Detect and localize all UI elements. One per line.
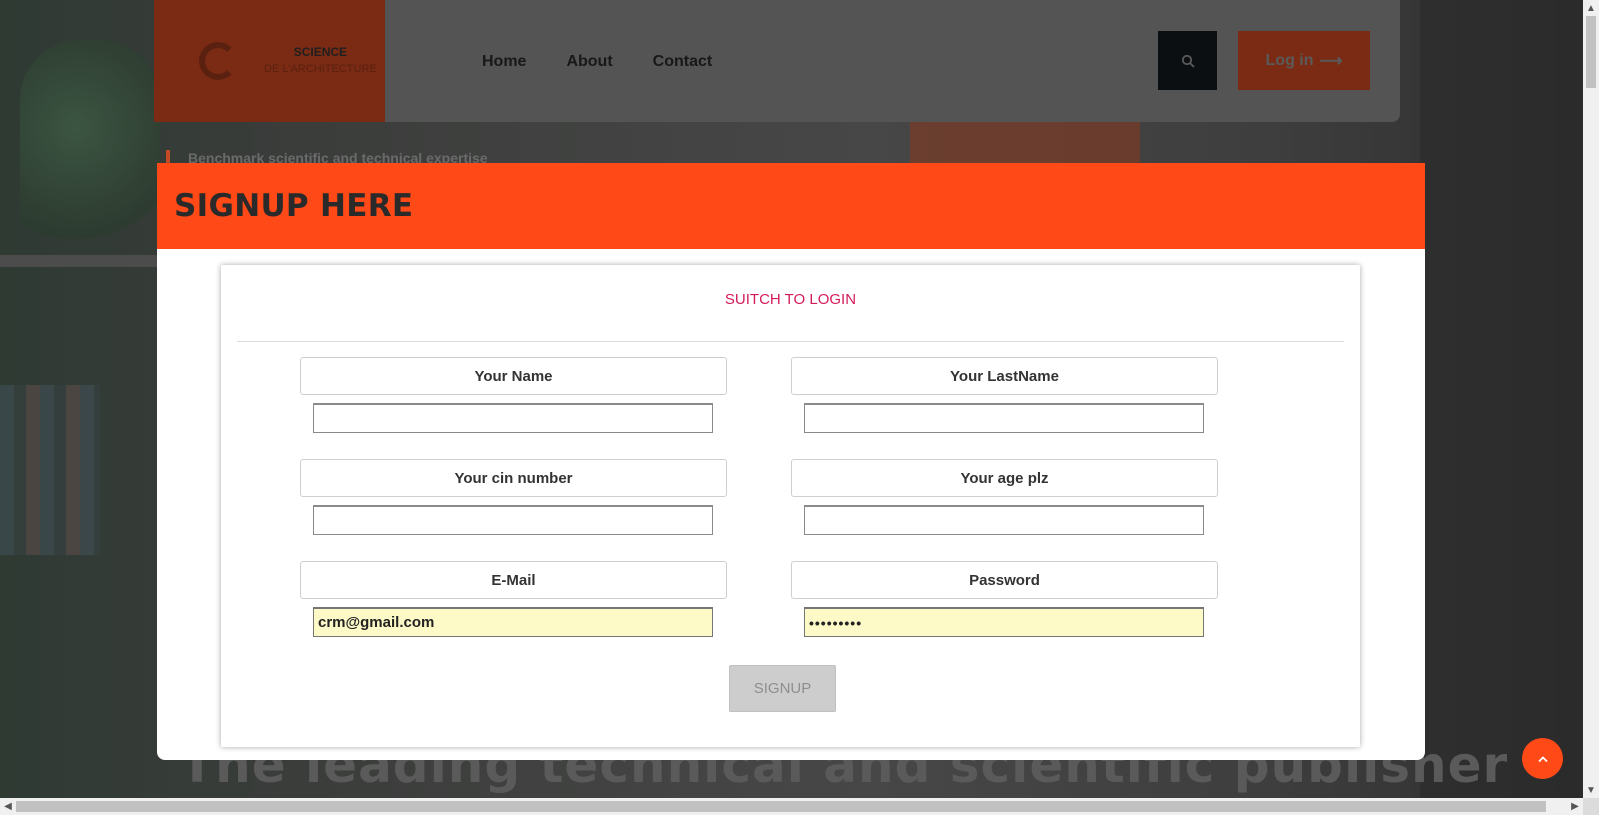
name-input[interactable] — [313, 403, 713, 433]
nav-link-about[interactable]: About — [566, 53, 612, 71]
nav-link-contact[interactable]: Contact — [653, 53, 713, 71]
login-button[interactable]: Log in ⟶ — [1238, 31, 1370, 90]
scroll-up-arrow-icon[interactable]: ▲ — [1583, 0, 1599, 16]
password-input[interactable] — [804, 607, 1204, 637]
name-label: Your Name — [300, 357, 727, 395]
modal-header: SIGNUP HERE — [157, 163, 1425, 249]
age-label: Your age plz — [791, 459, 1218, 497]
cin-number-input[interactable] — [313, 505, 713, 535]
email-input[interactable] — [313, 607, 713, 637]
scroll-down-arrow-icon[interactable]: ▼ — [1583, 782, 1599, 798]
scroll-right-arrow-icon[interactable]: ▶ — [1567, 798, 1583, 814]
signup-modal: SIGNUP HERE SUITCH TO LOGIN Your Name Yo… — [157, 163, 1425, 760]
back-to-top-button[interactable] — [1522, 738, 1563, 779]
logo-icon — [199, 42, 237, 80]
search-button[interactable] — [1158, 31, 1217, 90]
modal-title: SIGNUP HERE — [174, 188, 414, 224]
horizontal-scrollbar[interactable]: ◀ ▶ — [0, 798, 1583, 815]
vertical-scroll-thumb[interactable] — [1586, 16, 1596, 88]
login-label: Log in — [1265, 51, 1314, 69]
brand-line-1: SCIENCE — [293, 45, 348, 59]
brand-logo-area[interactable]: SCIENCE DE L'ARCHITECTURE — [154, 0, 385, 122]
navbar: SCIENCE DE L'ARCHITECTURE Home About Con… — [154, 0, 1400, 122]
signup-button[interactable]: SIGNUP — [729, 665, 836, 712]
arrow-right-icon: ⟶ — [1319, 52, 1343, 70]
background-right-panel — [1420, 0, 1583, 798]
email-label: E-Mail — [300, 561, 727, 599]
chevron-up-icon — [1537, 755, 1548, 762]
background-books — [0, 385, 100, 555]
divider — [237, 341, 1344, 342]
brand-line-2: DE L'ARCHITECTURE — [264, 63, 377, 75]
nav-links: Home About Contact — [482, 53, 712, 71]
password-label: Password — [791, 561, 1218, 599]
lastname-input[interactable] — [804, 403, 1204, 433]
lastname-label: Your LastName — [791, 357, 1218, 395]
vertical-scrollbar[interactable]: ▲ ▼ — [1583, 0, 1599, 798]
horizontal-scroll-thumb[interactable] — [16, 801, 1546, 812]
cin-number-label: Your cin number — [300, 459, 727, 497]
scroll-left-arrow-icon[interactable]: ◀ — [0, 798, 16, 814]
brand-name: SCIENCE DE L'ARCHITECTURE — [264, 44, 377, 78]
nav-link-home[interactable]: Home — [482, 53, 526, 71]
age-input[interactable] — [804, 505, 1204, 535]
signup-form-card: SUITCH TO LOGIN Your Name Your LastName … — [221, 265, 1360, 747]
scrollbar-corner — [1583, 798, 1599, 815]
search-icon — [1181, 54, 1195, 68]
background-plant-image — [20, 40, 160, 260]
switch-to-login-link[interactable]: SUITCH TO LOGIN — [221, 291, 1360, 308]
background-shelf — [0, 255, 170, 267]
